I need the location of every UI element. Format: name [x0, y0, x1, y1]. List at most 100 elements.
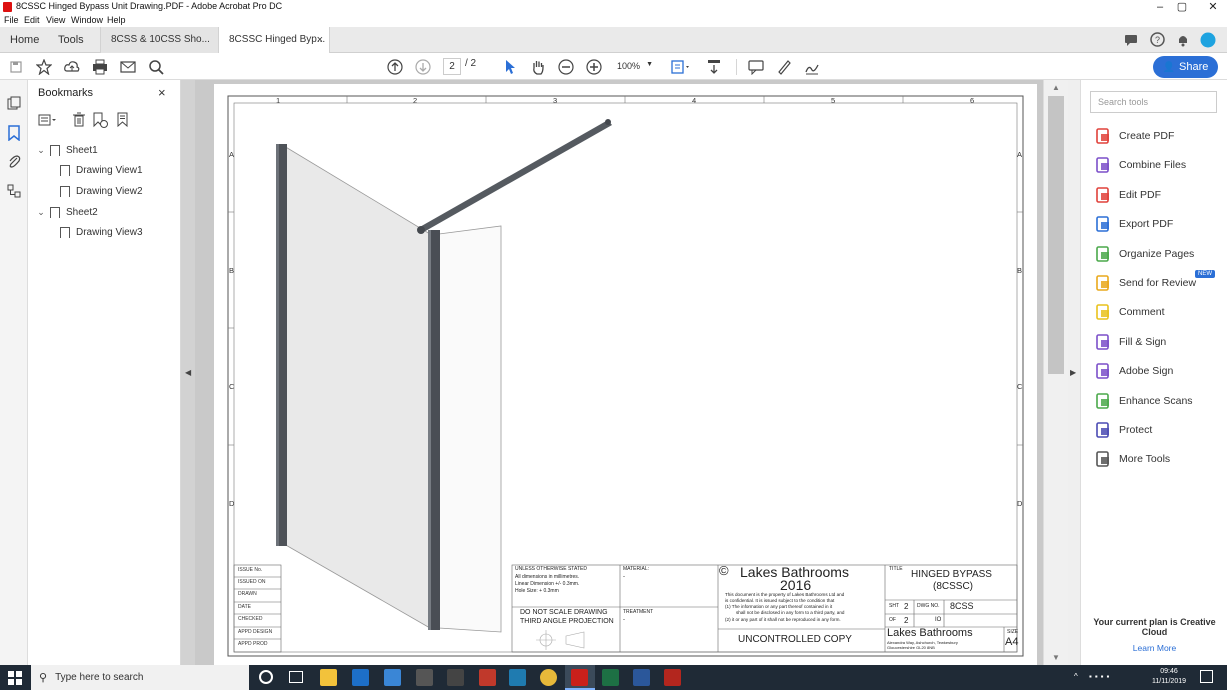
page-fit-icon[interactable]	[668, 56, 694, 78]
tool-more-tools[interactable]: More Tools	[1095, 447, 1225, 471]
file-explorer-icon[interactable]	[320, 669, 337, 686]
attachment-icon[interactable]	[7, 154, 21, 170]
mail-icon[interactable]	[416, 669, 433, 686]
system-tray-icons[interactable]: ▪▪▪▪	[1089, 672, 1149, 682]
sign-icon[interactable]	[801, 56, 823, 78]
comment-icon[interactable]	[745, 56, 767, 78]
tray-chevron-icon[interactable]: ^	[1074, 672, 1078, 681]
select-cursor-icon[interactable]	[499, 56, 521, 78]
scroll-mode-icon[interactable]	[703, 56, 725, 78]
print-icon[interactable]	[89, 56, 111, 78]
bookmark-sheet1[interactable]: ⌄ Sheet1	[36, 140, 188, 160]
notifications-icon[interactable]	[1200, 670, 1213, 683]
zoom-level-select[interactable]: 100% ▼	[613, 58, 657, 75]
drawing-number-value: 8CSS	[950, 601, 974, 611]
tool-create-pdf[interactable]: Create PDF	[1095, 124, 1225, 148]
bookmark-from-structure-icon[interactable]	[116, 112, 132, 128]
star-icon[interactable]	[33, 56, 55, 78]
chevron-down-icon[interactable]: ⌄	[36, 145, 46, 156]
menu-edit[interactable]: Edit	[24, 15, 40, 25]
excel-icon[interactable]	[602, 669, 619, 686]
bookmark-sheet2[interactable]: ⌄ Sheet2	[36, 202, 188, 222]
search-tools-input[interactable]: Search tools	[1090, 91, 1217, 113]
email-icon[interactable]	[117, 56, 139, 78]
taskbar-search[interactable]: ⚲ Type here to search	[31, 665, 249, 690]
treatment-value: -	[623, 617, 625, 623]
word-icon[interactable]	[633, 669, 650, 686]
layers-icon[interactable]	[7, 184, 21, 200]
bookmarks-icon[interactable]	[7, 125, 21, 141]
task-view-icon[interactable]	[289, 671, 303, 683]
tab-document-2[interactable]: 8CSSC Hinged Byp... ×	[218, 27, 330, 53]
highlight-pen-icon[interactable]	[773, 56, 795, 78]
menu-view[interactable]: View	[46, 15, 65, 25]
column-number: 2	[413, 96, 418, 105]
search-icon[interactable]	[145, 56, 167, 78]
calculator-icon[interactable]	[447, 669, 464, 686]
close-window-button[interactable]: ✕	[1193, 0, 1227, 14]
tool-send-review[interactable]: Send for Review	[1095, 271, 1225, 295]
next-page-icon[interactable]	[412, 56, 434, 78]
learn-more-link[interactable]: Learn More	[1091, 643, 1218, 653]
scroll-thumb[interactable]	[1048, 96, 1064, 374]
menu-file[interactable]: File	[4, 15, 19, 25]
pages-icon[interactable]	[7, 96, 21, 110]
hand-tool-icon[interactable]	[527, 56, 549, 78]
comment-bubble-icon[interactable]	[1124, 33, 1138, 47]
app-icon-red[interactable]	[479, 669, 496, 686]
tool-edit-pdf[interactable]: Edit PDF	[1095, 183, 1225, 207]
close-tab-icon[interactable]: ×	[317, 27, 323, 53]
title-label: TITLE	[889, 566, 903, 572]
tool-fill-sign[interactable]: Fill & Sign	[1095, 330, 1225, 354]
collapse-left-icon[interactable]: ◀	[185, 368, 191, 377]
windows-start-icon[interactable]	[0, 665, 30, 690]
previous-page-icon[interactable]	[384, 56, 406, 78]
scroll-up-icon[interactable]: ▲	[1052, 83, 1060, 92]
tool-adobe-sign[interactable]: Adobe Sign	[1095, 359, 1225, 383]
upload-cloud-icon[interactable]	[61, 56, 83, 78]
left-panel-collapse-strip[interactable]: ◀	[181, 80, 195, 665]
delete-bookmark-icon[interactable]	[72, 112, 86, 127]
chrome-icon[interactable]	[540, 669, 557, 686]
store-icon[interactable]	[384, 669, 401, 686]
outlook-icon[interactable]	[352, 669, 369, 686]
bookmark-label: Drawing View2	[76, 185, 143, 197]
tool-organize-pages[interactable]: Organize Pages	[1095, 242, 1225, 266]
tool-comment[interactable]: Comment	[1095, 300, 1225, 324]
collapse-right-icon[interactable]: ▶	[1070, 368, 1076, 377]
tool-enhance-scans[interactable]: Enhance Scans	[1095, 389, 1225, 413]
tab-tools[interactable]: Tools	[48, 27, 94, 53]
menu-window[interactable]: Window	[71, 15, 103, 25]
app-icon-solidworks[interactable]	[664, 669, 681, 686]
help-icon[interactable]: ?	[1150, 32, 1165, 47]
zoom-in-icon[interactable]	[583, 56, 605, 78]
copyright-year: 2016	[780, 577, 812, 593]
vertical-scrollbar[interactable]: ▲ ▼	[1043, 80, 1068, 665]
save-icon[interactable]	[5, 56, 27, 78]
right-panel-collapse-strip[interactable]: ▶	[1068, 80, 1080, 665]
bookmark-options-icon[interactable]	[38, 113, 58, 127]
row-letter: C	[229, 382, 235, 391]
organize-pages-icon	[1095, 245, 1111, 262]
page-number-input[interactable]: 2	[443, 58, 461, 75]
share-button[interactable]: 👤 Share	[1153, 56, 1218, 78]
new-bookmark-icon[interactable]	[92, 112, 108, 128]
cortana-icon[interactable]	[259, 670, 273, 684]
tool-protect[interactable]: Protect	[1095, 418, 1225, 442]
tab-document-1[interactable]: 8CSS & 10CSS Sho...	[100, 27, 218, 53]
bookmark-icon	[60, 164, 70, 176]
zoom-out-icon[interactable]	[555, 56, 577, 78]
chevron-down-icon[interactable]: ⌄	[36, 207, 46, 218]
app-icon-blue[interactable]	[509, 669, 526, 686]
menu-help[interactable]: Help	[107, 15, 126, 25]
acrobat-taskbar-button[interactable]	[565, 665, 595, 690]
bell-icon[interactable]	[1176, 33, 1190, 47]
close-panel-icon[interactable]: ×	[158, 85, 166, 100]
taskbar-clock[interactable]: 09:46 11/11/2019	[1144, 667, 1194, 687]
tool-export-pdf[interactable]: Export PDF	[1095, 212, 1225, 236]
tool-combine-files[interactable]: Combine Files	[1095, 153, 1225, 177]
tab-home[interactable]: Home	[0, 27, 48, 53]
cloud-account-icon[interactable]	[1200, 32, 1216, 48]
taskbar-search-placeholder: Type here to search	[55, 672, 144, 683]
scroll-down-icon[interactable]: ▼	[1052, 653, 1060, 662]
